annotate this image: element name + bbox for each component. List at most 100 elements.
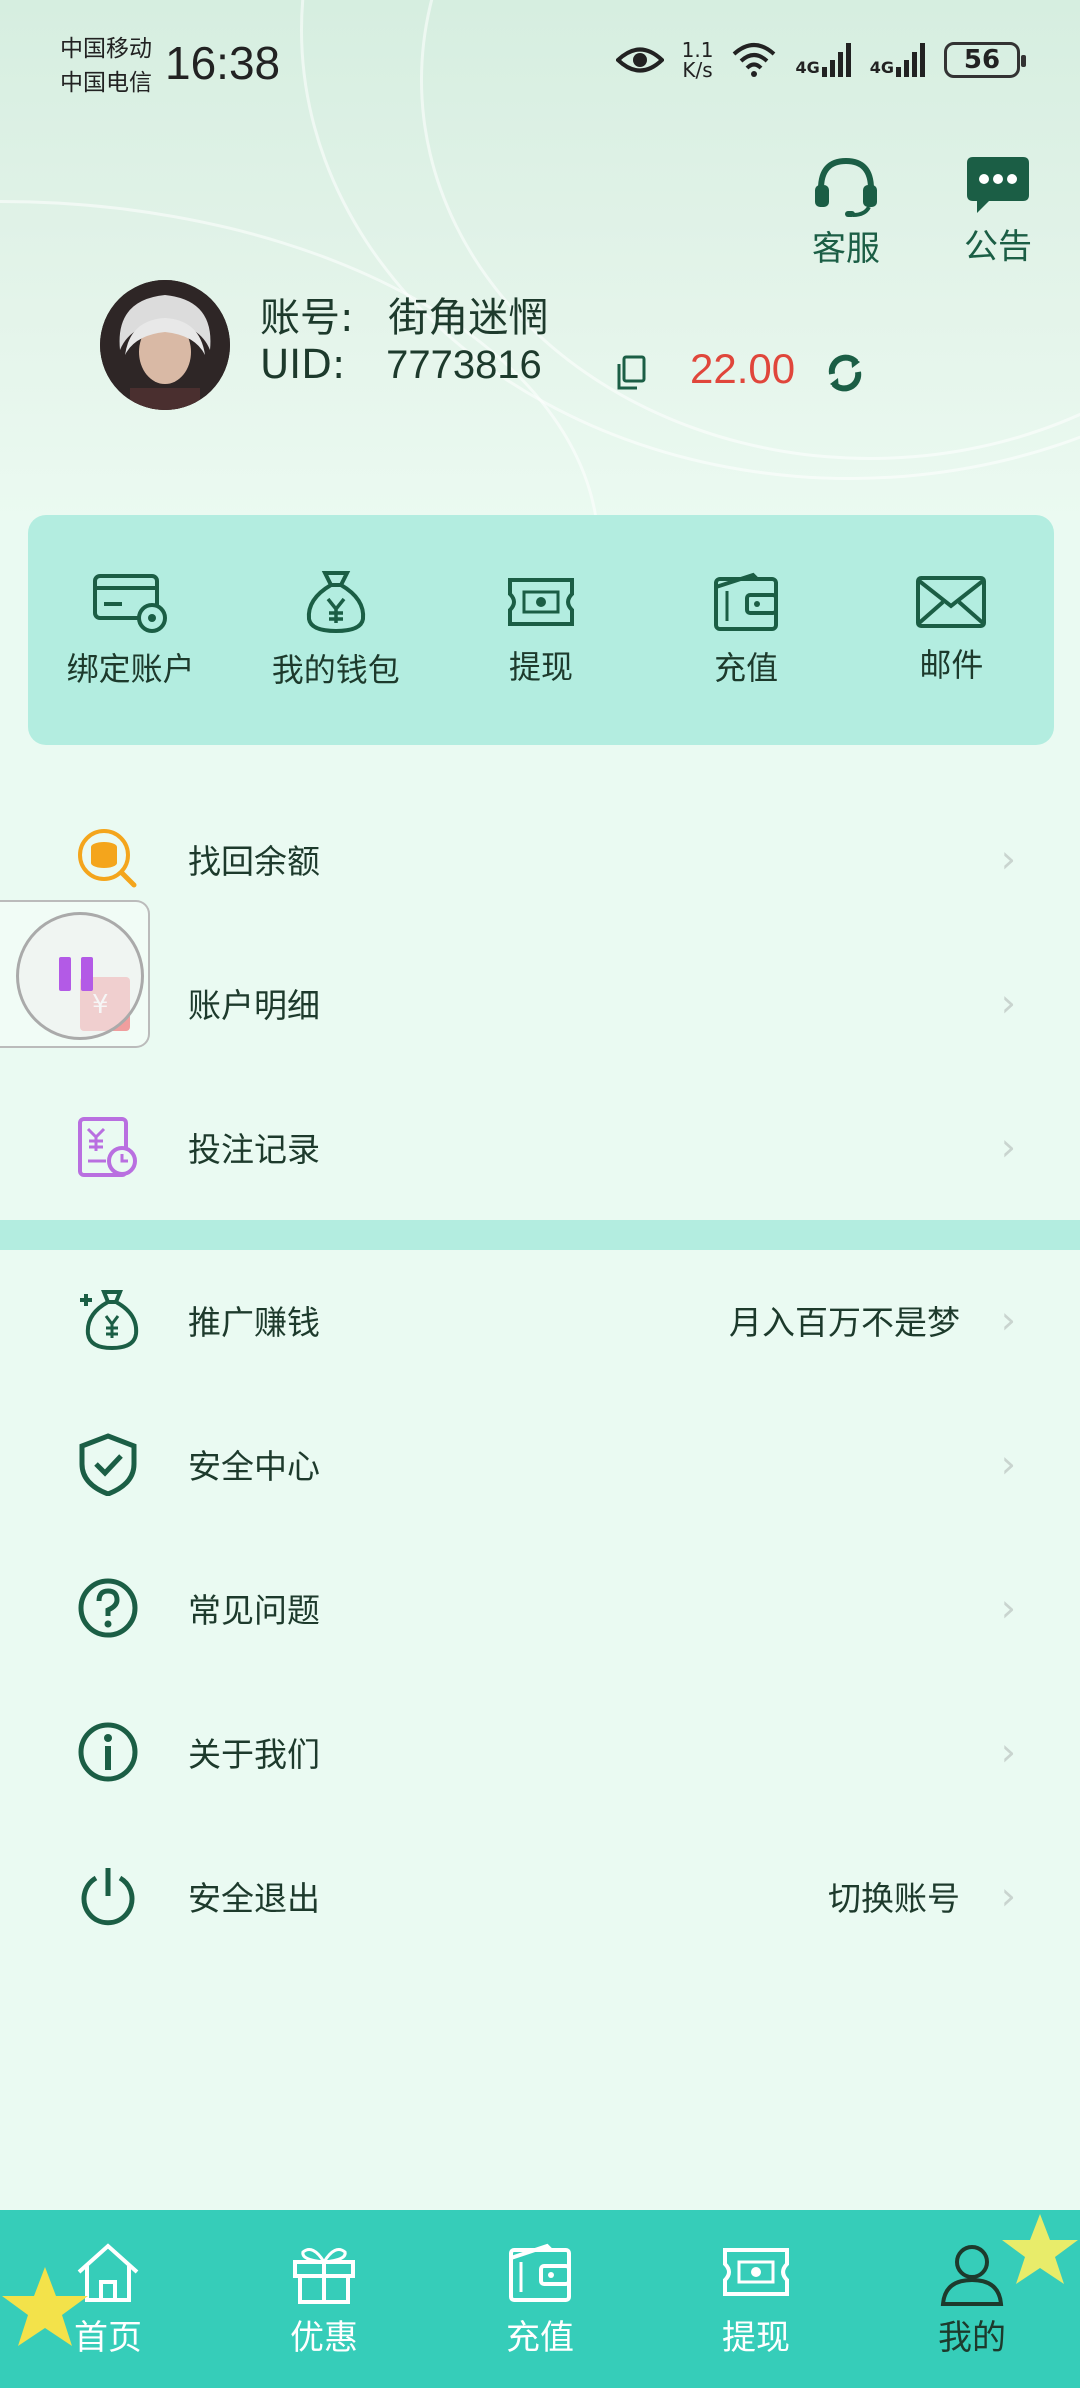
chevron-right-icon: › xyxy=(1000,1730,1016,1774)
question-icon xyxy=(78,1578,138,1638)
balance-amount: 22.00 xyxy=(690,345,796,392)
user-icon xyxy=(940,2245,1004,2306)
quick-action-label: 邮件 xyxy=(919,646,984,684)
chevron-right-icon: › xyxy=(1000,1586,1016,1630)
list-item-about-us[interactable]: 关于我们 › xyxy=(0,1680,1080,1824)
recharge-button[interactable]: 充值 xyxy=(656,571,836,689)
info-icon xyxy=(78,1722,138,1782)
clock: 16:38 xyxy=(165,37,281,89)
customer-service-label: 客服 xyxy=(812,229,880,269)
list-item-label: 找回余额 xyxy=(188,842,320,881)
net-speed-unit: K/s xyxy=(682,58,713,82)
mail-button[interactable]: 邮件 xyxy=(861,574,1041,686)
list-item-promotion[interactable]: 推广赚钱 月入百万不是梦 › xyxy=(0,1248,1080,1392)
list-item-label: 关于我们 xyxy=(188,1735,320,1774)
list-item-faq[interactable]: 常见问题 › xyxy=(0,1536,1080,1680)
list-item-security-center[interactable]: 安全中心 › xyxy=(0,1392,1080,1536)
account-name: 街角迷惘 xyxy=(388,295,549,341)
chevron-right-icon: › xyxy=(1000,1442,1016,1486)
nav-label: 我的 xyxy=(938,2318,1006,2358)
nav-recharge[interactable]: 充值 xyxy=(440,2210,640,2388)
eye-icon xyxy=(615,47,664,73)
list-item-label: 常见问题 xyxy=(188,1591,320,1630)
floating-pause-button[interactable] xyxy=(0,900,150,1048)
quick-action-label: 绑定账户 xyxy=(66,650,195,688)
carrier-1: 中国移动 xyxy=(60,36,152,62)
customer-service-button[interactable]: 客服 xyxy=(786,155,906,270)
battery-indicator: 56 xyxy=(944,42,1026,78)
withdraw-button[interactable]: 提现 xyxy=(451,572,631,688)
carrier-info: 中国移动 中国电信 xyxy=(60,32,152,100)
gift-icon xyxy=(293,2248,355,2304)
signal-bars-icon xyxy=(896,43,925,77)
card-gear-icon xyxy=(92,574,167,633)
list-item-bet-records[interactable]: 投注记录 › xyxy=(0,1075,1080,1219)
wallet-icon xyxy=(714,572,779,631)
shield-check-icon xyxy=(79,1433,137,1496)
list-item-label: 投注记录 xyxy=(188,1130,320,1169)
quick-action-label: 我的钱包 xyxy=(271,651,400,689)
switch-account-link[interactable]: 切换账号 xyxy=(828,1872,960,1920)
quick-action-label: 提现 xyxy=(508,648,573,686)
uid-label: UID: xyxy=(260,342,346,388)
list-item-account-details[interactable]: ¥ 账户明细 › xyxy=(0,931,1080,1075)
promo-bag-icon xyxy=(80,1290,139,1351)
signal-2-label: 4G xyxy=(869,58,894,77)
list-item-extra: 月入百万不是梦 xyxy=(729,1303,960,1342)
account-line: 账号: 街角迷惘 xyxy=(260,285,548,343)
wifi-icon xyxy=(733,43,776,77)
account-label: 账号: xyxy=(260,295,354,341)
chevron-right-icon: › xyxy=(1000,1298,1016,1342)
ticket-icon xyxy=(723,2248,789,2296)
money-bag-icon xyxy=(306,571,365,634)
decorative-star-icon xyxy=(1002,2214,1078,2284)
uid-line: UID: 7773816 xyxy=(260,342,542,388)
status-bar: 中国移动 中国电信 16:38 1.1 K/s 4G 4G 56 xyxy=(0,0,1080,130)
coin-search-icon xyxy=(78,829,137,888)
floating-button-circle xyxy=(16,912,144,1040)
pause-icon xyxy=(59,957,93,991)
net-speed-value: 1.1 xyxy=(681,38,714,62)
bottom-navigation: 首页 优惠 充值 提现 我的 xyxy=(0,2210,1080,2388)
status-icons: 1.1 K/s 4G 4G 56 xyxy=(615,40,1026,80)
list-item-label: 账户明细 xyxy=(188,986,320,1025)
avatar-portrait-icon xyxy=(100,280,230,410)
quick-actions-panel: 绑定账户 我的钱包 提现 充值 邮件 xyxy=(28,515,1054,745)
decorative-star-icon xyxy=(2,2267,88,2346)
refresh-icon[interactable] xyxy=(824,352,866,394)
notice-button[interactable]: 公告 xyxy=(938,155,1058,268)
bind-account-button[interactable]: 绑定账户 xyxy=(41,570,221,690)
copy-icon[interactable] xyxy=(615,355,647,391)
chevron-right-icon: › xyxy=(1000,837,1016,881)
power-icon xyxy=(81,1868,135,1926)
list-item-logout[interactable]: 安全退出 切换账号 › xyxy=(0,1824,1080,1968)
bet-record-icon xyxy=(78,1117,137,1177)
signal-bars-icon xyxy=(821,43,851,77)
chevron-right-icon: › xyxy=(1000,1125,1016,1169)
list-item-recover-balance[interactable]: 找回余额 › xyxy=(0,787,1080,931)
list-item-label: 安全退出 xyxy=(188,1879,320,1918)
wallet-icon xyxy=(509,2243,571,2302)
nav-withdraw[interactable]: 提现 xyxy=(656,2210,856,2388)
signal-1-label: 4G xyxy=(795,58,820,77)
notice-label: 公告 xyxy=(964,227,1032,267)
list-item-label: 推广赚钱 xyxy=(188,1303,320,1342)
nav-label: 充值 xyxy=(506,2318,574,2358)
quick-action-label: 充值 xyxy=(714,649,779,687)
uid-value: 7773816 xyxy=(386,343,542,387)
signal-1: 4G xyxy=(795,43,851,77)
chevron-right-icon: › xyxy=(1000,981,1016,1025)
nav-label: 提现 xyxy=(722,2318,790,2358)
chevron-right-icon: › xyxy=(1000,1874,1016,1918)
nav-offers[interactable]: 优惠 xyxy=(224,2210,424,2388)
nav-label: 优惠 xyxy=(290,2318,358,2358)
net-speed: 1.1 K/s xyxy=(682,40,714,80)
list-item-label: 安全中心 xyxy=(188,1447,320,1486)
chat-bubble-icon xyxy=(967,157,1029,213)
carrier-2: 中国电信 xyxy=(60,70,152,96)
my-wallet-button[interactable]: 我的钱包 xyxy=(246,569,426,691)
signal-2: 4G xyxy=(870,43,926,77)
section-divider xyxy=(0,1220,1080,1250)
mail-icon xyxy=(916,576,987,628)
avatar[interactable] xyxy=(100,280,230,410)
